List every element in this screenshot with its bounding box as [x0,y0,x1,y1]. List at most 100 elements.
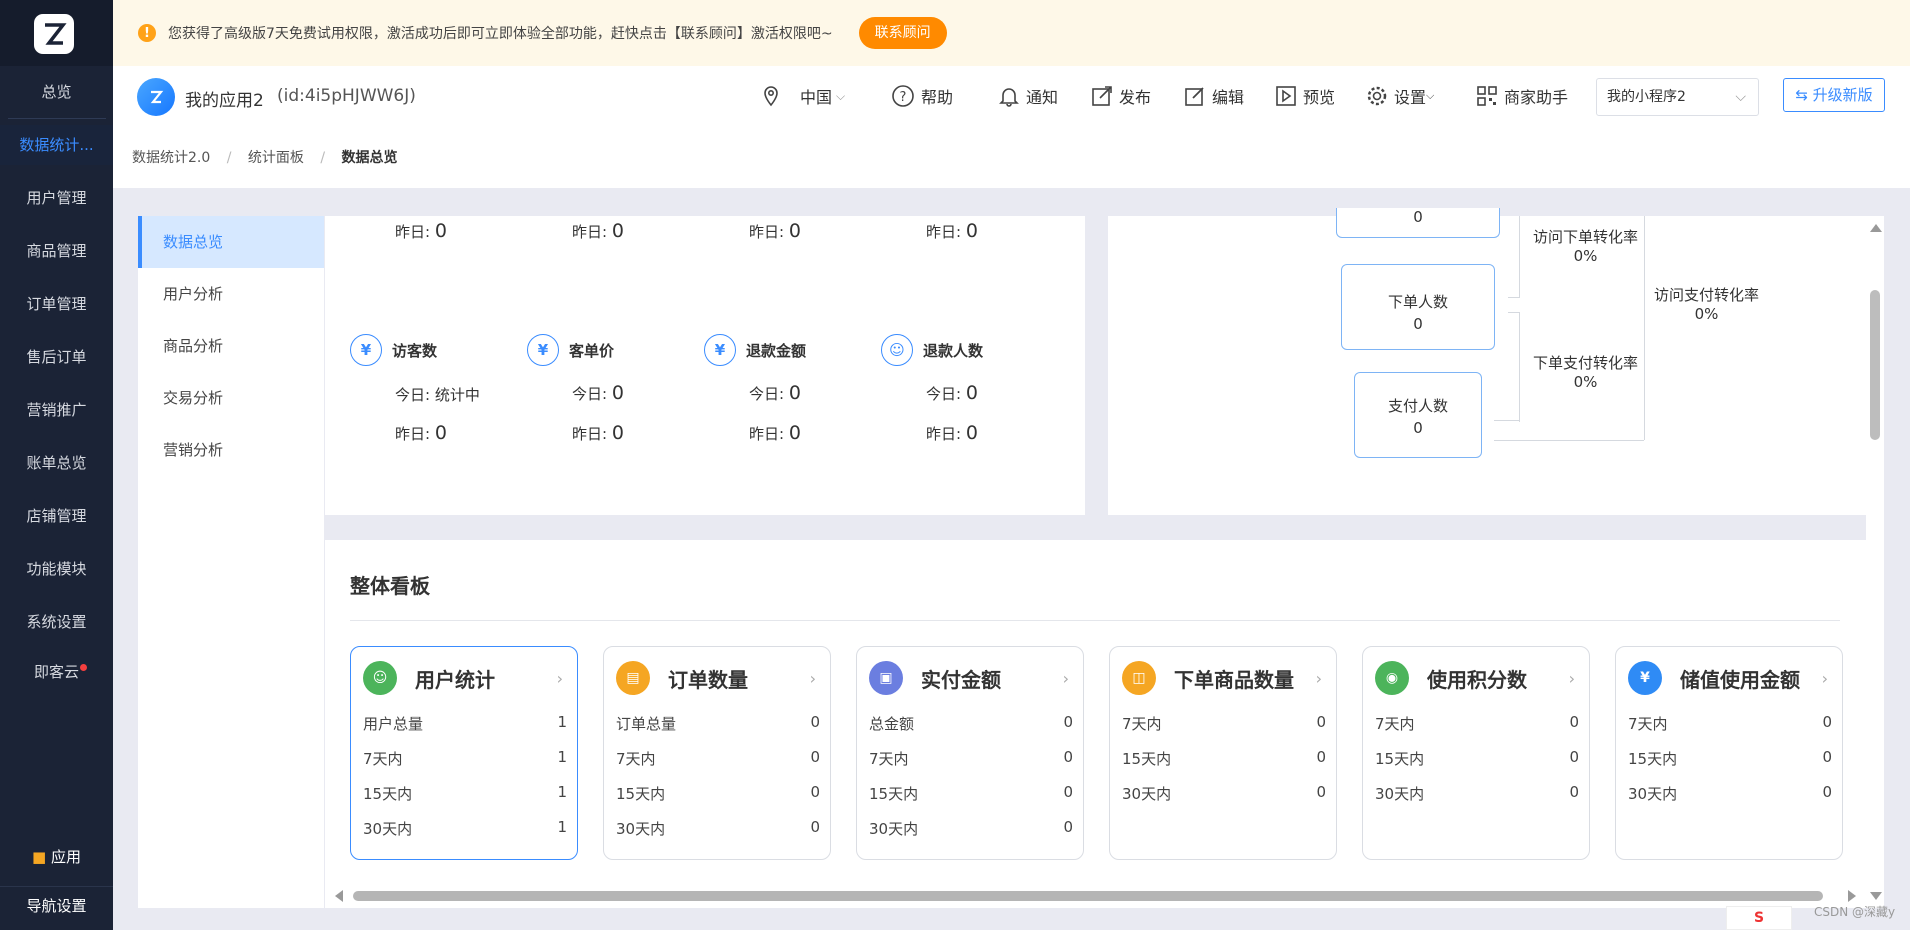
card-row: 7天内 0 [1375,713,1579,733]
preview-button[interactable]: 预览 [1275,84,1335,108]
stat-visitors-today: 今日: 统计中 [395,386,480,404]
swap-icon: ⇆ [1795,86,1808,104]
settings-dropdown[interactable]: 设置 ⌵ [1366,84,1434,108]
main-sidebar: 总览 数据统计... 用户管理 商品管理 订单管理 售后订单 营销推广 账单总览… [0,0,113,930]
chevron-down-icon: ⌵ [1735,89,1746,105]
funnel-pay-step: 支付人数 0 [1354,372,1482,458]
help-label: 帮助 [921,88,954,107]
nav-overview[interactable]: 总览 [0,72,113,112]
nav-marketing[interactable]: 营销推广 [0,390,113,430]
visit-order-rate: 访问下单转化率 0% [1533,228,1639,265]
subnav-user-analysis[interactable]: 用户分析 [138,268,324,320]
breadcrumb-item[interactable]: 统计面板 [248,150,304,166]
help-icon: ? [892,85,914,107]
scrollbar-thumb[interactable] [1870,290,1880,440]
app-logo[interactable] [34,14,74,54]
nav-bill-overview[interactable]: 账单总览 [0,443,113,483]
card-row: 30天内 0 [1628,783,1832,803]
user-refund-icon: ☺ [881,334,913,366]
card-row: 订单总量 0 [616,713,820,733]
watermark: CSDN @深藏y [1814,905,1896,919]
bell-icon [999,88,1019,107]
card-row: 15天内 1 [363,783,567,803]
notifications-button[interactable]: 通知 [998,84,1058,108]
nav-jikeyun[interactable]: 即客云 [0,652,113,692]
nav-system-settings[interactable]: 系统设置 [0,602,113,642]
apps-label: 应用 [50,848,81,866]
stat-refund-amount-yesterday: 昨日: 0 [749,422,801,444]
nav-feature-modules[interactable]: 功能模块 [0,549,113,589]
horizontal-scrollbar[interactable] [325,884,1866,908]
vertical-scrollbar[interactable] [1866,216,1884,908]
card-row: 7天内 0 [869,748,1073,768]
nav-divider [8,118,106,119]
nav-data-stats[interactable]: 数据统计... [0,125,113,165]
card-row: 30天内 0 [1122,783,1326,803]
app-header: 我的应用2 (id:4i5pHJWW6J) 中国 ⌵ ? 帮助 通知 发布 编辑… [113,66,1910,128]
funnel-visit-step: 0 [1336,208,1500,238]
edit-button[interactable]: 编辑 [1184,84,1244,108]
subnav-product-analysis[interactable]: 商品分析 [138,320,324,372]
notice-text: 您获得了高级版7天免费试用权限，激活成功后即可立即体验全部功能，赶快点击【联系顾… [168,26,833,42]
floating-widget[interactable]: S [1726,906,1792,930]
user-icon: ☺ [363,661,397,695]
app-avatar[interactable] [137,78,175,116]
region-selector[interactable]: 中国 ⌵ [760,84,845,108]
card-row: 15天内 0 [1628,748,1832,768]
board-card-user-stats[interactable]: ☺ 用户统计 › 用户总量 1 7天内 1 15天内 1 30天内 1 [350,646,578,860]
card-row: 7天内 0 [1122,713,1326,733]
subnav-trade-analysis[interactable]: 交易分析 [138,372,324,424]
subnav-data-overview[interactable]: 数据总览 [138,216,324,268]
payment-icon: ▣ [869,661,903,695]
chevron-right-icon: › [809,669,816,688]
stat-yesterday: 昨日: 0 [749,220,801,242]
nav-user-management[interactable]: 用户管理 [0,178,113,218]
apps-button[interactable]: ■ 应用 [0,838,113,876]
card-row: 30天内 0 [1375,783,1579,803]
subnav-marketing-analysis[interactable]: 营销分析 [138,424,324,476]
board-card-paid-amount[interactable]: ▣ 实付金额 › 总金额 0 7天内 0 15天内 0 30天内 0 [856,646,1084,860]
merchant-helper-button[interactable]: 商家助手 [1476,84,1568,108]
help-button[interactable]: ? 帮助 [891,84,953,108]
contact-advisor-button[interactable]: 联系顾问 [858,17,947,49]
notify-label: 通知 [1026,88,1059,107]
stat-avg-order-title: ¥ 客单价 [527,334,614,366]
stat-avg-order-today: 今日: 0 [572,382,624,404]
upgrade-button[interactable]: ⇆ 升级新版 [1783,78,1885,112]
scroll-down-arrow[interactable] [1870,892,1882,900]
card-row: 30天内 0 [616,818,820,838]
scroll-left-arrow[interactable] [335,890,343,902]
nav-order-management[interactable]: 订单管理 [0,284,113,324]
settings-label: 设置 [1394,88,1427,107]
nav-settings-button[interactable]: 导航设置 [0,886,113,924]
publish-label: 发布 [1119,88,1152,107]
board-card-order-count[interactable]: ▤ 订单数量 › 订单总量 0 7天内 0 15天内 0 30天内 0 [603,646,831,860]
chevron-right-icon: › [1315,669,1322,688]
scrollbar-thumb[interactable] [353,891,1823,901]
refund-yuan-icon: ¥ [704,334,736,366]
nav-aftersale-orders[interactable]: 售后订单 [0,337,113,377]
nav-product-management[interactable]: 商品管理 [0,231,113,271]
chevron-down-icon: ⌵ [836,88,846,103]
card-row: 7天内 0 [616,748,820,768]
board-card-ordered-items[interactable]: ◫ 下单商品数量 › 7天内 0 15天内 0 30天内 0 [1109,646,1337,860]
funnel-order-value: 0 [1413,315,1423,333]
miniapp-select[interactable]: 我的小程序2 ⌵ [1596,78,1759,116]
overall-board-panel: 整体看板 ☺ 用户统计 › 用户总量 1 7天内 1 15天内 1 30天内 1 ▤ 订… [325,540,1866,908]
stat-avg-order-yesterday: 昨日: 0 [572,422,624,444]
merchant-helper-label: 商家助手 [1504,88,1569,107]
nav-store-management[interactable]: 店铺管理 [0,496,113,536]
scroll-up-arrow[interactable] [1870,224,1882,232]
funnel-connector [1644,216,1645,440]
funnel-connector [1508,216,1520,298]
board-card-stored-value-used[interactable]: ¥ 储值使用金额 › 7天内 0 15天内 0 30天内 0 [1615,646,1843,860]
chevron-down-icon: ⌵ [1426,89,1435,102]
funnel-connector [1508,312,1520,422]
ticket-icon: ¥ [527,334,559,366]
scroll-right-arrow[interactable] [1848,890,1856,902]
board-card-points-used[interactable]: ◉ 使用积分数 › 7天内 0 15天内 0 30天内 0 [1362,646,1590,860]
coins-icon: ◉ [1375,661,1409,695]
board-title: 整体看板 [350,574,430,598]
publish-button[interactable]: 发布 [1091,84,1151,108]
breadcrumb-item[interactable]: 数据统计2.0 [132,150,210,166]
